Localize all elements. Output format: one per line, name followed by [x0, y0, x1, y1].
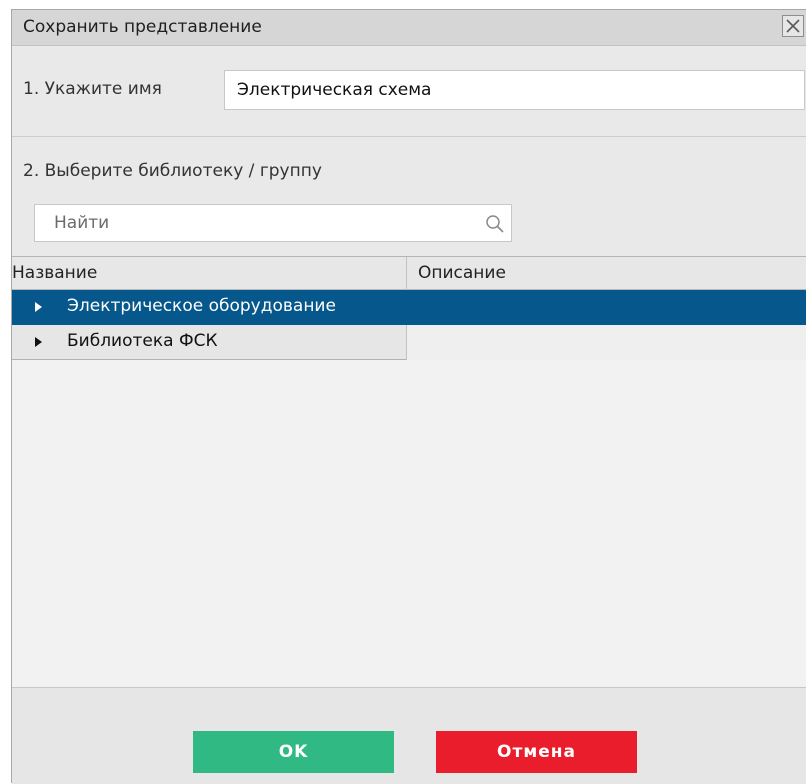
- dialog-title: Сохранить представление: [23, 17, 262, 37]
- save-view-dialog: Сохранить представление 1. Укажите имя 2…: [11, 9, 806, 784]
- column-header-description[interactable]: Описание: [418, 263, 506, 283]
- table-row[interactable]: Библиотека ФСК: [12, 325, 806, 360]
- library-group-label: 2. Выберите библиотеку / группу: [23, 161, 322, 181]
- name-section: 1. Укажите имя: [12, 46, 806, 137]
- row-name: Библиотека ФСК: [67, 331, 218, 351]
- dialog-footer: OK Отмена: [12, 687, 806, 784]
- close-icon: [786, 19, 800, 33]
- expand-arrow-icon[interactable]: [35, 302, 42, 312]
- row-description: [407, 325, 806, 360]
- search-box: [34, 204, 512, 242]
- name-label: 1. Укажите имя: [23, 79, 162, 99]
- library-table: Название Описание Электрическое оборудов…: [12, 256, 806, 687]
- expand-arrow-icon[interactable]: [35, 337, 42, 347]
- column-divider[interactable]: [406, 257, 407, 290]
- row-name: Электрическое оборудование: [67, 296, 336, 316]
- cancel-button[interactable]: Отмена: [436, 731, 637, 773]
- dialog-titlebar: Сохранить представление: [12, 10, 806, 46]
- column-divider: [406, 325, 407, 360]
- search-input[interactable]: [35, 205, 475, 241]
- column-header-name[interactable]: Название: [12, 263, 97, 283]
- close-button[interactable]: [782, 15, 804, 37]
- table-row[interactable]: Электрическое оборудование: [12, 290, 806, 325]
- row-description: [407, 290, 806, 325]
- ok-button[interactable]: OK: [193, 731, 394, 773]
- table-header: Название Описание: [12, 257, 806, 290]
- view-name-input[interactable]: [224, 70, 805, 110]
- search-icon[interactable]: [485, 214, 505, 234]
